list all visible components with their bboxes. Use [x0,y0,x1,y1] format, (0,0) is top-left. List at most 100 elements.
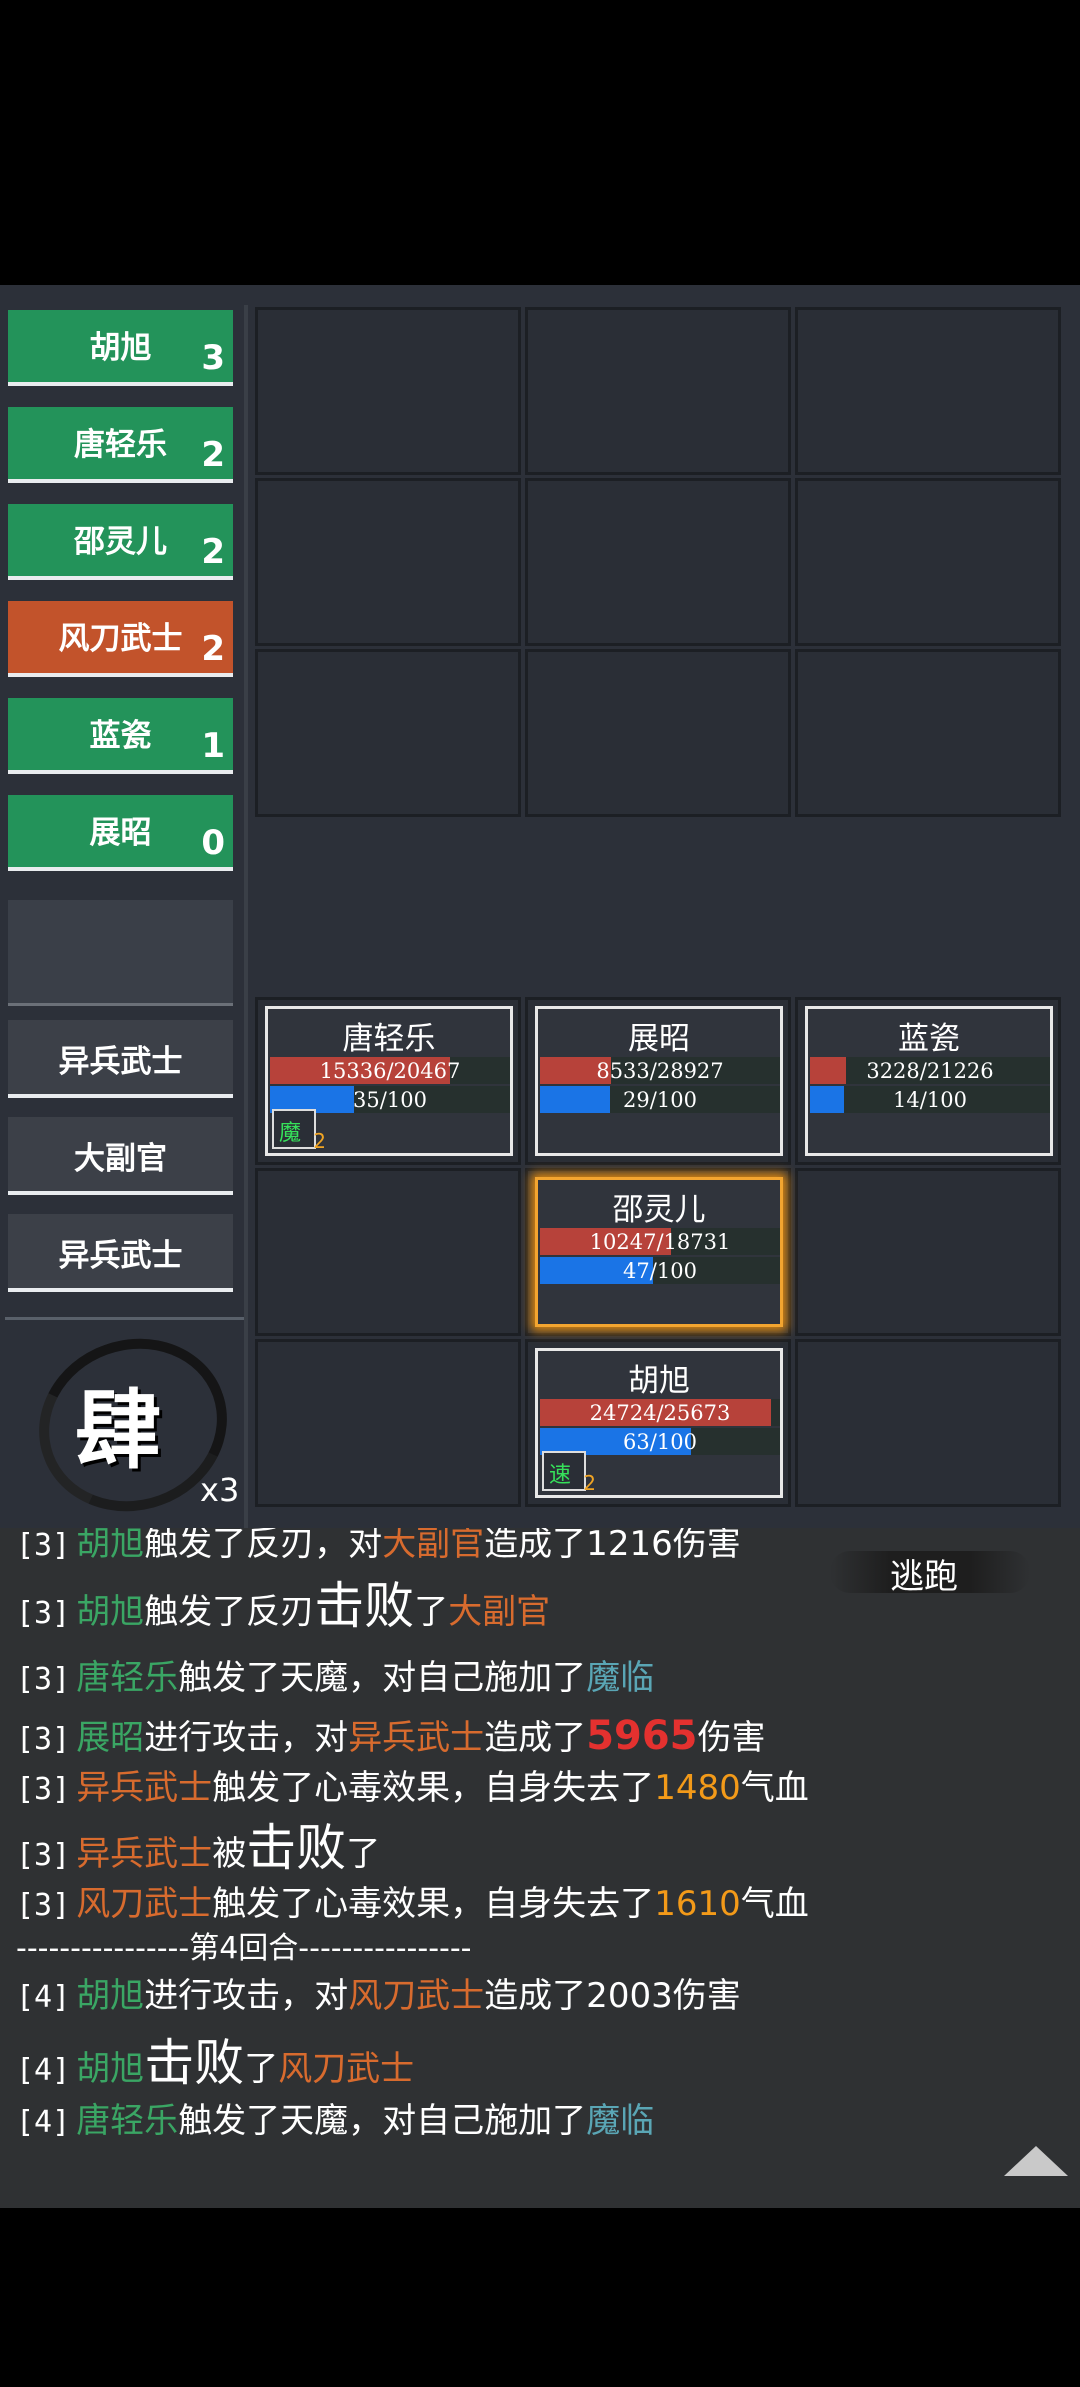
turn-order-empty [8,900,233,1006]
log-line: [3] 唐轻乐触发了天魔，对自己施加了魔临 [16,1650,654,1699]
turn-item[interactable]: 唐轻乐 2 [8,407,233,483]
round-divider: ----------------第4回合---------------- [16,1931,472,1966]
hp-text: 24724/25673 [589,1401,731,1425]
log-target: 风刀武士 [348,1976,485,2016]
log-text: 触发了反刃 [144,1592,315,1632]
buff-icon: 速 [549,1463,572,1488]
log-buff: 魔临 [586,1658,655,1698]
energy-text: 14/100 [893,1088,967,1112]
unit-name: 胡旭 [628,1363,690,1399]
log-line: [3] 胡旭触发了反刃，对大副官造成了1216伤害 [16,1528,741,1565]
enemy-item-name: 异兵武士 [58,1238,183,1274]
scroll-up-icon[interactable] [1004,2146,1068,2176]
log-actor: 异兵武士 [76,1768,213,1808]
log-line: [4] 唐轻乐触发了天魔，对自己施加了魔临 [16,2093,654,2142]
energy-bar: 29/100 [540,1086,780,1113]
turn-item-count: 2 [201,435,225,475]
grid-cell[interactable] [795,1339,1061,1507]
turn-item[interactable]: 胡旭 3 [8,310,233,386]
unit-name: 唐轻乐 [342,1021,436,1057]
turn-item-name: 邵灵儿 [74,524,167,560]
hp-text: 10247/18731 [589,1230,731,1254]
enemy-item-name: 异兵武士 [58,1044,183,1080]
log-defeat: 击败 [314,1577,415,1635]
turn-item[interactable]: 风刀武士 2 [8,601,233,677]
turn-item-name: 胡旭 [89,330,152,366]
unit-name: 蓝瓷 [898,1021,960,1057]
log-buff: 魔临 [586,2101,655,2141]
round-glyph: 肆 [75,1381,161,1481]
enemy-item[interactable]: 异兵武士 [8,1214,233,1292]
log-text: 触发了心毒效果，自身失去了 [212,1884,655,1924]
turn-item[interactable]: 蓝瓷 1 [8,698,233,774]
log-text: 了 [244,2049,279,2089]
grid-cell[interactable] [795,478,1061,646]
log-round-tag: [3] [16,1888,71,1923]
grid-cell[interactable] [255,1168,521,1336]
log-line: [3] 异兵武士被击败了 [16,1808,380,1880]
log-value: 1610 [654,1884,741,1924]
log-actor: 胡旭 [76,2049,145,2089]
turn-item-name: 唐轻乐 [74,427,167,463]
log-line: [3] 风刀武士触发了心毒效果，自身失去了1610气血 [16,1876,809,1925]
buff-stack: 2 [313,1129,326,1153]
log-target: 风刀武士 [278,2049,415,2089]
turn-item-name: 风刀武士 [58,621,183,657]
log-round-tag: [3] [16,1722,71,1757]
log-defeat: 击败 [246,1819,347,1877]
grid-cell[interactable] [795,307,1061,475]
buff-badge[interactable]: 速 2 [542,1451,596,1495]
energy-text: 29/100 [623,1088,697,1112]
hp-bar: 24724/25673 [540,1399,780,1426]
unit-card-selected[interactable]: 邵灵儿 10247/18731 47/100 [535,1177,783,1327]
hp-text: 3228/21226 [866,1059,994,1083]
log-text: 触发了反刃，对 [144,1528,383,1564]
buff-stack: 2 [583,1471,596,1495]
log-text: 被 [212,1834,247,1874]
log-value: 1480 [654,1768,741,1808]
log-line: [3] 展昭进行攻击，对异兵武士造成了5965伤害 [16,1710,766,1759]
battle-panel: 胡旭 3 唐轻乐 2 邵灵儿 2 风刀武士 2 蓝瓷 1 展昭 0 异兵武士 大… [0,285,1080,1538]
grid-cell[interactable] [525,307,791,475]
enemy-item[interactable]: 大副官 [8,1117,233,1195]
hp-bar: 15336/20467 [270,1057,510,1084]
log-round-tag: [3] [16,1772,71,1807]
grid-cell[interactable] [795,1168,1061,1336]
log-target: 大副官 [448,1592,551,1632]
unit-card[interactable]: 展昭 8533/28927 29/100 [535,1006,783,1156]
hp-bar: 3228/21226 [810,1057,1050,1084]
grid-cell[interactable] [795,649,1061,817]
speed-multiplier[interactable]: x3 [200,1471,239,1509]
turn-item[interactable]: 邵灵儿 2 [8,504,233,580]
unit-card[interactable]: 胡旭 24724/25673 63/100 速 2 [535,1348,783,1498]
log-round-tag: [3] [16,1596,71,1631]
log-line: [3] 异兵武士触发了心毒效果，自身失去了1480气血 [16,1760,809,1809]
enemy-item[interactable]: 异兵武士 [8,1020,233,1098]
log-text: 进行攻击，对 [144,1976,349,2016]
turn-item-count: 0 [201,823,225,863]
grid-cell[interactable] [525,478,791,646]
unit-name: 展昭 [628,1021,690,1057]
grid-cell[interactable] [255,649,521,817]
hp-bar: 8533/28927 [540,1057,780,1084]
grid-cell[interactable] [255,307,521,475]
grid-cell[interactable] [255,1339,521,1507]
log-damage: 5965 [586,1713,698,1759]
battle-log[interactable]: [3] 胡旭触发了反刃，对大副官造成了1216伤害 [3] 胡旭触发了反刃击败了大副… [0,1528,1080,2208]
log-text: 伤害 [697,1718,766,1758]
round-emblem[interactable]: 肆 [14,1312,252,1538]
log-round-tag: [3] [16,1838,71,1873]
log-actor: 胡旭 [76,1592,145,1632]
unit-card[interactable]: 蓝瓷 3228/21226 14/100 [805,1006,1053,1156]
log-text: 了 [346,1834,381,1874]
grid-cell[interactable] [255,478,521,646]
escape-button[interactable]: 逃跑 [830,1541,1030,1601]
log-text: 造成了 [484,1718,587,1758]
buff-badge[interactable]: 魔 2 [272,1109,326,1153]
turn-item-count: 1 [201,726,225,766]
log-round-tag: [4] [16,1980,71,2015]
unit-card[interactable]: 唐轻乐 15336/20467 35/100 魔 2 [265,1006,513,1156]
hp-text: 8533/28927 [596,1059,724,1083]
grid-cell[interactable] [525,649,791,817]
turn-item[interactable]: 展昭 0 [8,795,233,871]
